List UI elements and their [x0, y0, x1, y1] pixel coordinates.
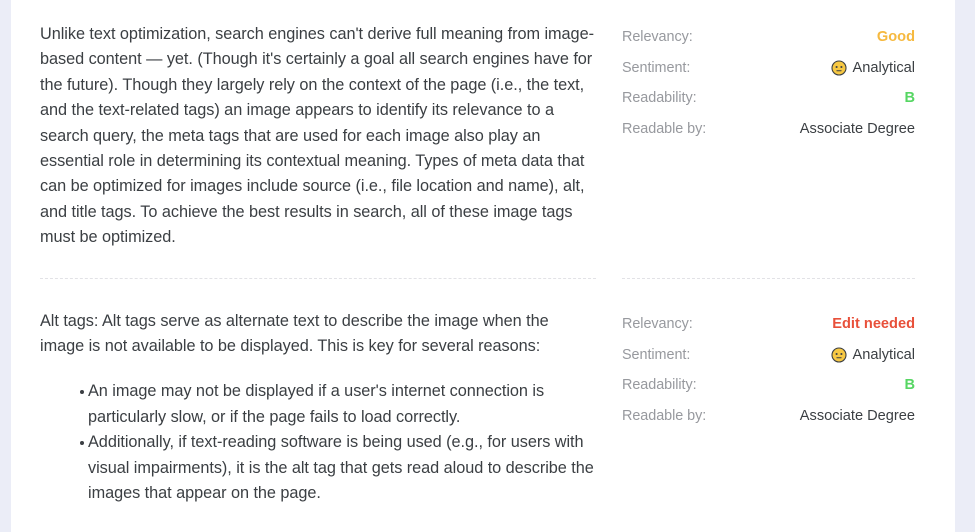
sentiment-value-text: Analytical [852, 346, 915, 363]
neutral-face-icon [830, 346, 847, 363]
section-1-paragraph: Unlike text optimization, search engines… [40, 25, 594, 247]
readable-by-value: Associate Degree [799, 407, 915, 424]
metric-row-readable-by: Readable by: Associate Degree [622, 400, 915, 431]
metric-row-relevancy: Relevancy: Good [622, 22, 915, 53]
metric-row-sentiment: Sentiment: Analytical [622, 53, 915, 84]
readability-label: Readability: [622, 377, 697, 394]
sentiment-value-group: Analytical [830, 59, 915, 76]
metric-row-readability: Readability: B [622, 370, 915, 401]
section-2-metrics-panel: Relevancy: Edit needed Sentiment: Analyt… [614, 309, 955, 431]
content-analysis-card: Unlike text optimization, search engines… [11, 0, 955, 532]
section-2-paragraph: Alt tags: Alt tags serve as alternate te… [40, 311, 549, 356]
relevancy-label: Relevancy: [622, 315, 693, 332]
readable-by-value: Associate Degree [799, 121, 915, 138]
readability-grade-badge: B [904, 90, 915, 107]
sentiment-value-text: Analytical [852, 59, 915, 76]
section-2-bullet-list: An image may not be displayed if a user'… [40, 379, 596, 506]
sentiment-label: Sentiment: [622, 346, 691, 363]
metric-row-readable-by: Readable by: Associate Degree [622, 114, 915, 145]
readable-by-label: Readable by: [622, 121, 707, 138]
metric-row-sentiment: Sentiment: Analytical [622, 339, 915, 370]
sentiment-value-group: Analytical [830, 346, 915, 363]
section-1-text-column: Unlike text optimization, search engines… [11, 22, 614, 251]
page-canvas: Unlike text optimization, search engines… [0, 0, 975, 532]
section-1-metrics-panel: Relevancy: Good Sentiment: Analytical Re… [614, 22, 955, 144]
section-2-text-column: Alt tags: Alt tags serve as alternate te… [11, 309, 614, 507]
sentiment-label: Sentiment: [622, 59, 691, 76]
metric-row-readability: Readability: B [622, 83, 915, 114]
relevancy-label: Relevancy: [622, 29, 693, 46]
relevancy-value: Edit needed [832, 315, 915, 332]
readable-by-label: Readable by: [622, 407, 707, 424]
list-item: Additionally, if text-reading software i… [40, 430, 596, 506]
relevancy-value: Good [876, 29, 915, 46]
analysis-section-1: Unlike text optimization, search engines… [11, 0, 955, 251]
analysis-section-2: Alt tags: Alt tags serve as alternate te… [11, 279, 955, 507]
metric-row-relevancy: Relevancy: Edit needed [622, 309, 915, 340]
neutral-face-icon [830, 60, 847, 76]
list-item: An image may not be displayed if a user'… [40, 379, 596, 430]
readability-label: Readability: [622, 90, 697, 107]
readability-grade-badge: B [904, 377, 915, 394]
